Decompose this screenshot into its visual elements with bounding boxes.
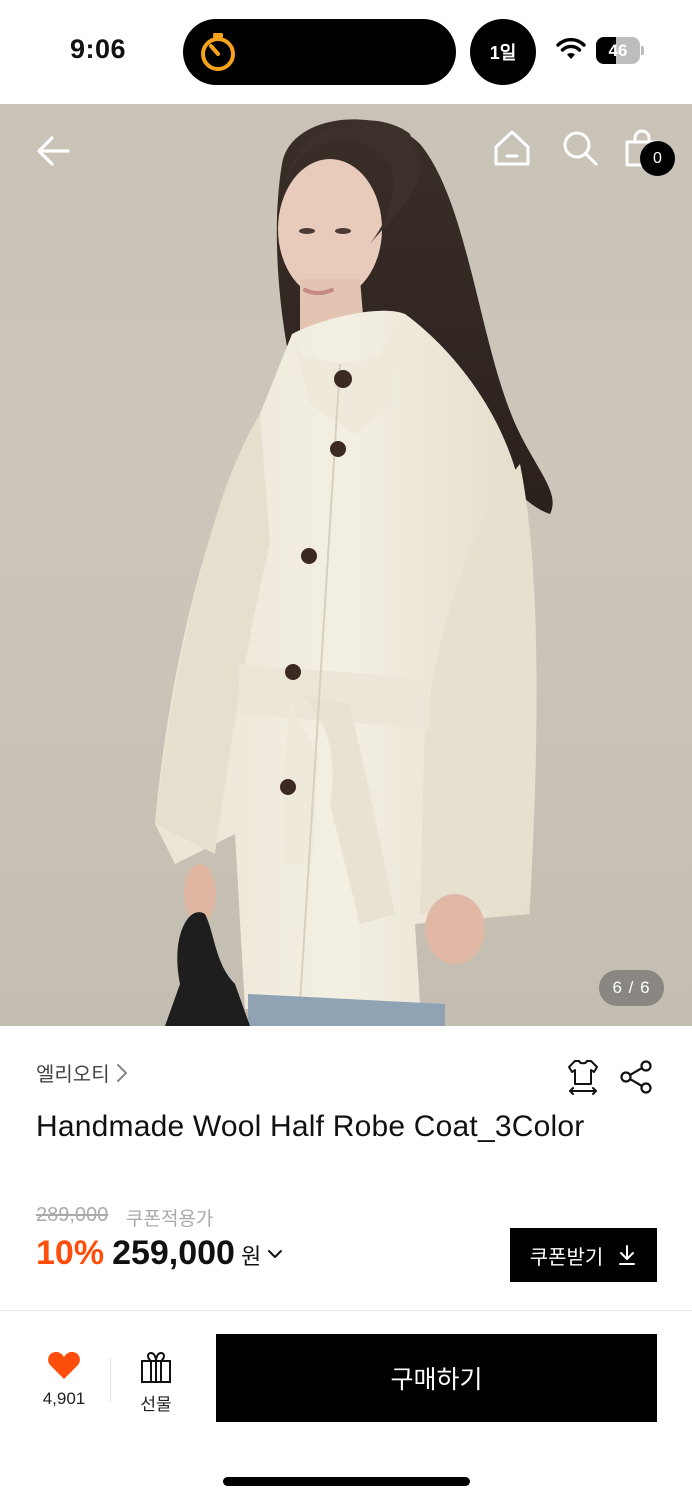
chevron-down-icon[interactable]: [267, 1248, 283, 1260]
gift-label: 선물: [140, 1395, 172, 1414]
coupon-price-note: 쿠폰적용가: [126, 1209, 214, 1230]
coupon-button-label: 쿠폰받기: [529, 1246, 604, 1269]
cart-count-badge[interactable]: 0: [640, 141, 675, 176]
dynamic-island: [183, 19, 456, 85]
discount-rate: 10%: [36, 1234, 105, 1272]
price-row[interactable]: 10% 259,000 원: [36, 1234, 283, 1273]
coupon-download-button[interactable]: 쿠폰받기: [510, 1228, 657, 1282]
size-guide-icon[interactable]: [564, 1057, 602, 1095]
like-count: 4,901: [42, 1389, 86, 1408]
live-activity-pill[interactable]: 1일: [470, 19, 536, 85]
timer-icon: [201, 33, 235, 71]
sale-price: 259,000: [112, 1234, 235, 1272]
gallery-page-indicator: 6 / 6: [599, 970, 664, 1006]
battery-icon: 46: [596, 37, 644, 64]
status-bar: 9:06 1일 46: [0, 0, 692, 104]
home-icon[interactable]: [492, 128, 532, 168]
back-arrow-icon[interactable]: [32, 130, 74, 172]
currency-unit: 원: [240, 1244, 262, 1269]
brand-link[interactable]: 엘리오티: [36, 1058, 128, 1087]
battery-text: 46: [608, 40, 628, 60]
gift-button[interactable]: 선물: [130, 1350, 182, 1415]
brand-name: 엘리오티: [36, 1064, 110, 1086]
status-time: 9:06: [70, 34, 127, 64]
buy-button[interactable]: 구매하기: [216, 1334, 657, 1422]
wifi-icon: [556, 38, 586, 59]
chevron-right-icon: [116, 1063, 127, 1082]
product-image-gallery[interactable]: 0 6 / 6: [0, 104, 692, 1026]
download-icon: [619, 1245, 636, 1265]
product-photo: [155, 119, 553, 1026]
like-button[interactable]: 4,901: [34, 1350, 94, 1409]
gift-icon: [141, 1351, 171, 1383]
home-indicator[interactable]: [223, 1477, 470, 1486]
section-divider: [0, 1310, 692, 1311]
product-title: Handmade Wool Half Robe Coat_3Color: [36, 1110, 585, 1143]
heart-icon: [48, 1351, 80, 1379]
search-icon[interactable]: [560, 128, 600, 168]
share-icon[interactable]: [618, 1059, 654, 1095]
bottom-bar-separator: [110, 1358, 111, 1402]
original-price: 289,000: [36, 1204, 109, 1226]
